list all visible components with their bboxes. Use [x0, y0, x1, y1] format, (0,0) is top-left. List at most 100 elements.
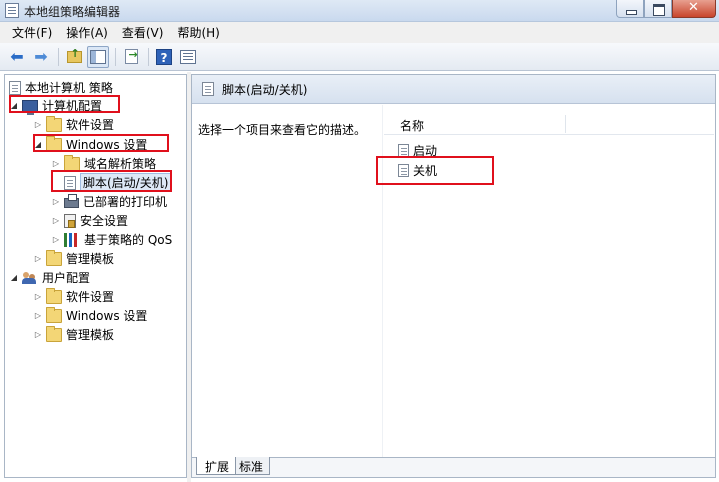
tree-label: 本地计算机 策略: [25, 81, 113, 95]
show-hide-tree-button[interactable]: [87, 45, 109, 68]
description-list-divider: [382, 105, 383, 460]
toolbar-separator: [148, 47, 149, 66]
qos-chart-icon: [64, 232, 80, 247]
folder-icon: [46, 115, 62, 132]
collapse-triangle-icon[interactable]: ◢: [33, 140, 43, 149]
tree-item-scripts[interactable]: 脚本(启动/关机): [51, 173, 172, 192]
tree-item-software-settings[interactable]: ▷ 软件设置: [33, 115, 114, 134]
toolbar-separator: [58, 47, 59, 66]
list-item-shutdown[interactable]: 关机: [398, 161, 437, 179]
expand-triangle-icon[interactable]: ▷: [33, 120, 43, 129]
menu-bar: 文件(F) 操作(A) 查看(V) 帮助(H): [0, 22, 719, 43]
window-title: 本地组策略编辑器: [24, 5, 121, 19]
menu-file[interactable]: 文件(F): [6, 24, 58, 41]
expand-triangle-icon[interactable]: ▷: [33, 311, 43, 320]
properties-button[interactable]: [177, 46, 199, 68]
tree-item-user-software-settings[interactable]: ▷ 软件设置: [33, 287, 114, 306]
expand-triangle-icon[interactable]: ▷: [51, 235, 61, 244]
expand-triangle-icon[interactable]: ▷: [33, 254, 43, 263]
main-area: 本地计算机 策略 ◢ 计算机配置 ▷ 软件设置 ◢ Windows 设置 ▷ 域…: [0, 72, 719, 482]
users-icon: [22, 271, 38, 285]
script-icon: [398, 163, 409, 177]
menu-action[interactable]: 操作(A): [60, 24, 114, 41]
tree-item-user-windows-settings[interactable]: ▷ Windows 设置: [33, 306, 147, 325]
tree-item-security-settings[interactable]: ▷ 安全设置: [51, 211, 128, 230]
folder-icon: [64, 154, 80, 171]
tree-item-qos[interactable]: ▷ 基于策略的 QoS: [51, 230, 172, 249]
printer-icon: [64, 194, 79, 208]
up-one-level-button[interactable]: [63, 46, 85, 68]
tree-label: 软件设置: [66, 290, 115, 304]
details-header-title: 脚本(启动/关机): [222, 82, 308, 97]
list-item-label: 关机: [413, 163, 438, 178]
expand-triangle-icon[interactable]: ▷: [33, 292, 43, 301]
folder-icon: [46, 287, 62, 304]
list-item-startup[interactable]: 启动: [398, 141, 437, 159]
properties-icon: [180, 49, 196, 64]
toolbar: ⬅ ➡ ?: [0, 43, 719, 71]
tree-item-computer-config[interactable]: ◢ 计算机配置: [9, 96, 102, 115]
tree-label: 计算机配置: [42, 99, 103, 113]
collapse-triangle-icon[interactable]: ◢: [9, 101, 19, 110]
tree-label: 用户配置: [42, 271, 91, 285]
policy-editor-icon: [5, 3, 19, 18]
tree-item-user-config[interactable]: ◢ 用户配置: [9, 268, 90, 287]
tree-label: 已部署的打印机: [83, 195, 168, 209]
tree-label: 安全设置: [80, 214, 129, 228]
expand-triangle-icon[interactable]: ▷: [51, 197, 61, 206]
tree-item-root[interactable]: 本地计算机 策略: [9, 78, 113, 97]
show-hide-tree-icon: [90, 49, 106, 64]
back-arrow-icon: ⬅: [10, 46, 24, 66]
script-icon: [202, 82, 214, 96]
toolbar-separator: [115, 47, 116, 66]
tree-item-admin-templates[interactable]: ▷ 管理模板: [33, 249, 114, 268]
expand-triangle-icon[interactable]: ▷: [51, 159, 61, 168]
help-icon: ?: [156, 48, 172, 65]
forward-button[interactable]: ➡: [30, 46, 52, 68]
policy-document-icon: [9, 80, 21, 95]
tab-extended[interactable]: 扩展: [196, 457, 237, 475]
forward-arrow-icon: ➡: [34, 46, 48, 66]
menu-view[interactable]: 查看(V): [116, 24, 170, 41]
minimize-button[interactable]: [616, 0, 644, 18]
folder-icon: [46, 325, 62, 342]
column-separator[interactable]: [565, 115, 566, 133]
column-header: 名称: [384, 113, 714, 135]
view-tabs: 扩展 标准: [192, 457, 715, 477]
tree-label: 管理模板: [66, 328, 115, 342]
tree-label: Windows 设置: [66, 138, 148, 152]
menu-help[interactable]: 帮助(H): [171, 24, 225, 41]
tree-label: 脚本(启动/关机): [80, 173, 172, 192]
maximize-button[interactable]: [644, 0, 672, 18]
help-button[interactable]: ?: [153, 46, 175, 68]
tree-label: 域名解析策略: [84, 157, 157, 171]
folder-icon: [46, 135, 62, 152]
close-button[interactable]: [672, 0, 716, 18]
computer-icon: [22, 99, 38, 115]
details-header: 脚本(启动/关机): [192, 75, 715, 104]
back-button[interactable]: ⬅: [6, 46, 28, 68]
tree-item-dns-policy[interactable]: ▷ 域名解析策略: [51, 154, 156, 173]
column-header-name[interactable]: 名称: [400, 117, 424, 134]
tree-item-deployed-printers[interactable]: ▷ 已部署的打印机: [51, 192, 167, 211]
folder-icon: [46, 306, 62, 323]
script-icon: [398, 143, 409, 157]
expand-triangle-icon[interactable]: ▷: [51, 216, 61, 225]
folder-icon: [46, 249, 62, 266]
tree-label: 软件设置: [66, 118, 115, 132]
description-text: 选择一个项目来查看它的描述。: [198, 123, 367, 137]
collapse-triangle-icon[interactable]: ◢: [9, 273, 19, 282]
tree-label: 管理模板: [66, 252, 115, 266]
details-pane: 脚本(启动/关机) 选择一个项目来查看它的描述。 名称 启动 关机 扩展 标准: [191, 74, 716, 478]
tree-item-windows-settings[interactable]: ◢ Windows 设置: [33, 135, 147, 154]
window-controls: [616, 0, 716, 18]
expand-triangle-icon[interactable]: ▷: [33, 330, 43, 339]
export-list-icon: [124, 48, 138, 64]
folder-up-icon: [66, 47, 82, 63]
title-bar: 本地组策略编辑器: [0, 0, 719, 22]
tree-pane: 本地计算机 策略 ◢ 计算机配置 ▷ 软件设置 ◢ Windows 设置 ▷ 域…: [4, 74, 187, 478]
export-list-button[interactable]: [120, 46, 142, 68]
script-icon: [64, 175, 76, 190]
security-lock-icon: [64, 213, 76, 228]
tree-item-user-admin-templates[interactable]: ▷ 管理模板: [33, 325, 114, 344]
